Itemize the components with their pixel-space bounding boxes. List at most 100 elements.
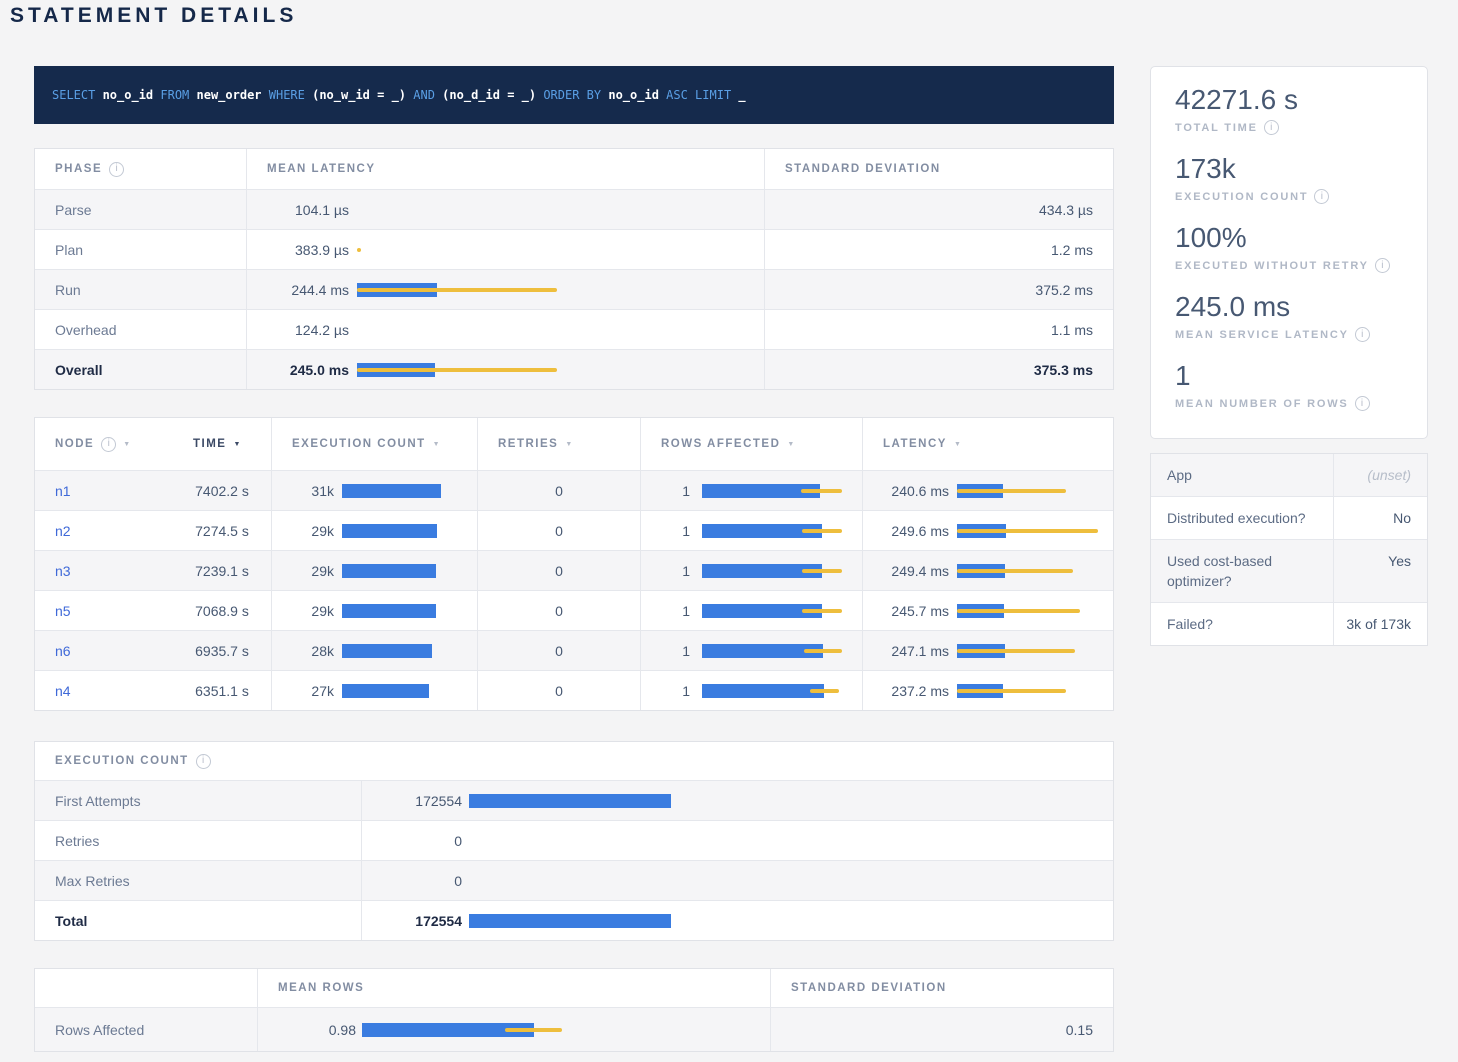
info-icon[interactable]: i [101,437,116,452]
latency-column-label: LATENCY [883,438,947,450]
cell-value: 0.98 [278,1022,356,1038]
bar-stddev-segment [802,609,842,613]
node-row: n57068.9 s29k01245.7 ms [35,590,1113,630]
summary-stat-label: EXECUTION COUNTi [1175,189,1403,204]
cell-value: 1 [653,643,690,659]
node-row: n66935.7 s28k01247.1 ms [35,630,1113,670]
rows-affected-column-header[interactable]: ROWS AFFECTED ▼ [640,418,862,470]
phase-name-cell: Run [35,270,246,309]
bar-stddev-segment [957,609,1080,613]
time-column-header[interactable]: TIME ▼ [173,418,271,470]
latency-column-header[interactable]: LATENCY ▼ [862,418,1113,470]
summary-stat: 245.0 ms MEAN SERVICE LATENCYi [1175,290,1403,342]
summary-stat: 42271.6 sTOTAL TIMEi [1175,83,1403,135]
time-column-label: TIME [193,438,226,450]
cell-value: 1 [653,483,690,499]
node-table-header-row: NODE i ▼ TIME ▼ EXECUTION COUNT ▼ RETRIE… [35,418,1113,470]
execution-count-column-header[interactable]: EXECUTION COUNT ▼ [271,418,477,470]
cell-value: 0 [382,873,462,889]
latency-cell: 237.2 ms [862,671,1113,710]
bar-mean-segment [342,564,436,578]
execution-count-row: Retries0 [35,820,1113,860]
phase-column-header: PHASE i [35,149,246,189]
bar-chart [957,641,1107,661]
retries-column-label: RETRIES [498,438,558,450]
node-link[interactable]: n3 [55,563,71,579]
std-dev-value: 1.2 ms [1051,242,1093,258]
std-dev-column-label: STANDARD DEVIATION [785,163,941,175]
rows-affected-label: Rows Affected [55,1022,144,1038]
cell-value: 27k [282,683,334,699]
bar-stddev-segment [957,569,1073,573]
node-link[interactable]: n6 [55,643,71,659]
bar-mean-segment [702,684,824,698]
execution-count-cell: 29k [271,551,477,590]
bar-stddev-segment [801,489,842,493]
sql-statement: SELECT no_o_id FROM new_order WHERE (no_… [34,66,1114,124]
node-link[interactable]: n2 [55,523,71,539]
std-dev-column-label: STANDARD DEVIATION [791,982,947,994]
std-dev-cell: 1.1 ms [764,310,1113,349]
cell-value: 1 [653,563,690,579]
info-icon[interactable]: i [1375,258,1390,273]
std-dev-column-header: STANDARD DEVIATION [770,969,1113,1007]
retries-value: 0 [555,483,563,499]
cell-value: 249.6 ms [883,523,949,539]
bar-mean-segment [342,484,441,498]
summary-stat-label: MEAN SERVICE LATENCYi [1175,327,1403,342]
phase-name: Run [55,282,81,298]
execution-count-table: EXECUTION COUNT i First Attempts172554Re… [34,741,1114,941]
info-icon[interactable]: i [109,162,124,177]
bar-chart [357,320,567,340]
summary-stat: 173kEXECUTION COUNTi [1175,152,1403,204]
sql-keyword: AND [413,88,442,102]
retries-cell: 0 [477,551,640,590]
node-column-header[interactable]: NODE i ▼ [35,418,173,470]
retries-column-header[interactable]: RETRIES ▼ [477,418,640,470]
summary-stat-value: 245.0 ms [1175,290,1403,324]
execution-count-label-cell: Total [35,901,361,940]
std-dev-cell: 0.15 [770,1008,1113,1051]
statement-info-value: Yes [1333,540,1427,602]
latency-cell: 240.6 ms [862,471,1113,510]
execution-count-value-cell: 172554 [361,781,1113,820]
execution-count-cell: 27k [271,671,477,710]
node-table: NODE i ▼ TIME ▼ EXECUTION COUNT ▼ RETRIE… [34,417,1114,711]
info-icon[interactable]: i [1314,189,1329,204]
node-link[interactable]: n1 [55,483,71,499]
info-icon[interactable]: i [1264,120,1279,135]
bar-chart [702,521,862,541]
info-icon[interactable]: i [1355,327,1370,342]
node-cell: n5 [35,591,173,630]
node-link[interactable]: n4 [55,683,71,699]
node-link[interactable]: n5 [55,603,71,619]
sql-statement-text: SELECT no_o_id FROM new_order WHERE (no_… [52,88,746,102]
phase-column-label: PHASE [55,163,102,175]
info-icon[interactable]: i [196,754,211,769]
main-content: SELECT no_o_id FROM new_order WHERE (no_… [34,66,1114,1052]
time-value: 7274.5 s [195,523,249,539]
execution-count-value-cell: 172554 [361,901,1113,940]
phase-table: PHASE i MEAN LATENCY STANDARD DEVIATION … [34,148,1114,390]
rows-affected-cell: 1 [640,551,862,590]
rows-affected-table-header-row: MEAN ROWS STANDARD DEVIATION [35,969,1113,1007]
bar-chart [957,481,1107,501]
mean-latency-column-header: MEAN LATENCY [246,149,764,189]
bar-stddev-segment [804,649,842,653]
summary-stat-value: 42271.6 s [1175,83,1403,117]
bar-mean-segment [342,684,429,698]
execution-count-label: Max Retries [55,873,130,889]
execution-count-cell: 31k [271,471,477,510]
retries-value: 0 [555,643,563,659]
bar-chart [702,481,862,501]
bar-chart [469,911,689,931]
cell-value: 31k [282,483,334,499]
statement-info-label: Distributed execution? [1151,497,1333,539]
sql-identifier: (no_w_id = _) [312,88,413,102]
phase-row: Run244.4 ms375.2 ms [35,269,1113,309]
node-row: n27274.5 s29k01249.6 ms [35,510,1113,550]
info-icon[interactable]: i [1355,396,1370,411]
phase-name: Overhead [55,322,116,338]
rows-affected-cell: 1 [640,471,862,510]
execution-count-row: Total172554 [35,900,1113,940]
